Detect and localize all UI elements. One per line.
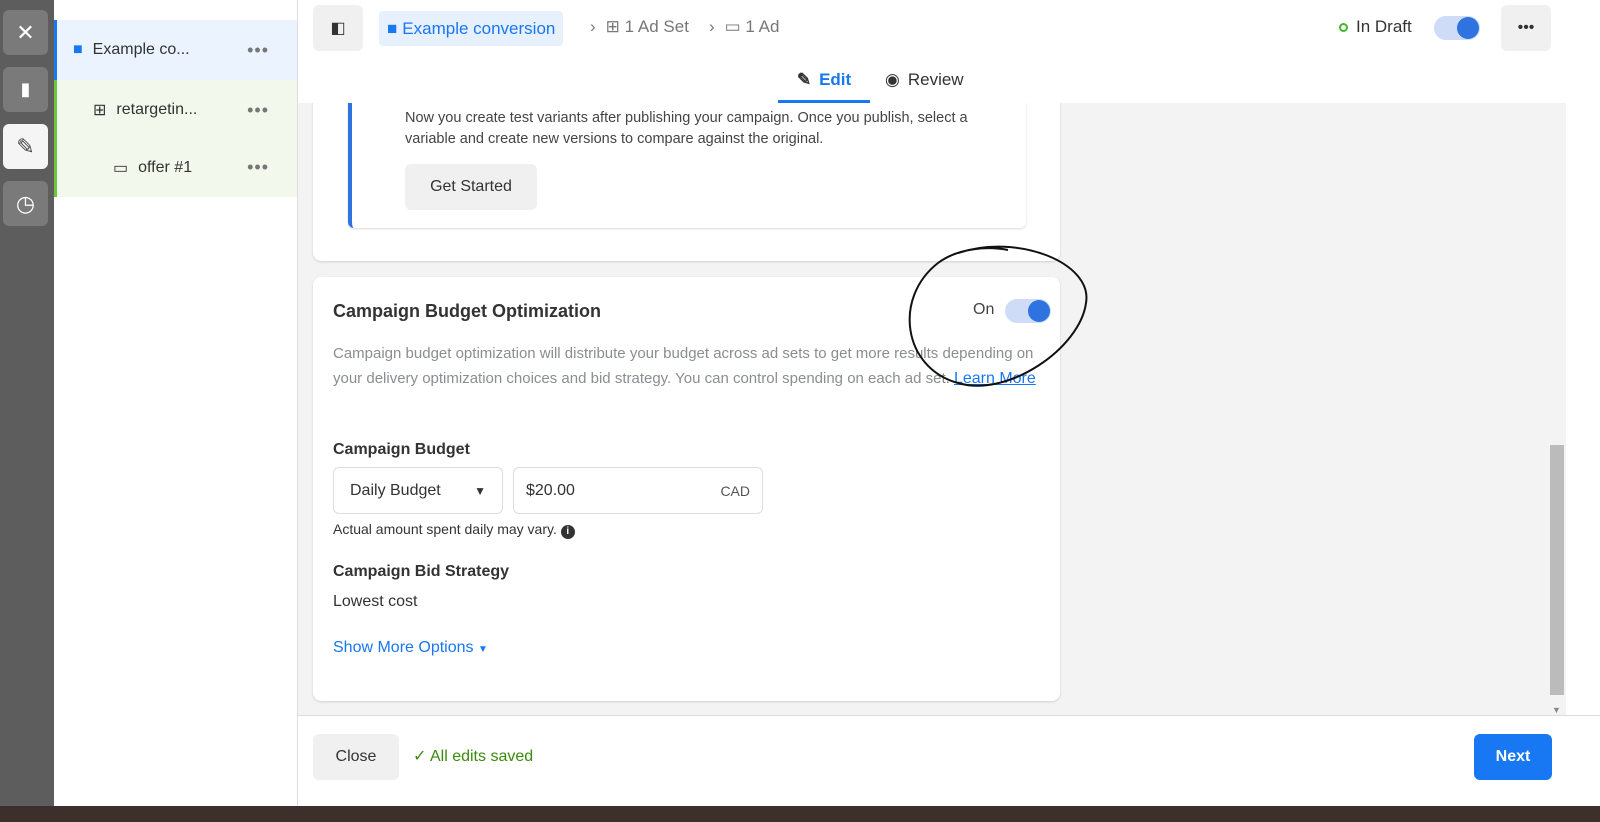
- breadcrumb-adset[interactable]: ⊞ 1 Ad Set: [606, 17, 689, 37]
- more-icon[interactable]: •••: [247, 157, 269, 178]
- pencil-icon[interactable]: ✎: [3, 124, 48, 169]
- tree-item-adset[interactable]: ⊞ retargetin... •••: [54, 80, 297, 140]
- more-icon[interactable]: •••: [247, 100, 269, 121]
- next-button[interactable]: Next: [1474, 734, 1552, 780]
- budget-note: Actual amount spent daily may vary. i: [333, 521, 575, 539]
- clock-icon[interactable]: ◷: [3, 181, 48, 226]
- budget-amount-input[interactable]: $20.00 CAD: [513, 467, 763, 514]
- grid-icon: ⊞: [93, 102, 107, 119]
- draft-toggle[interactable]: [1434, 16, 1480, 40]
- left-rail: ✕ ▮ ✎ ◷: [0, 0, 54, 806]
- more-options-button[interactable]: •••: [1501, 5, 1551, 51]
- status-dot-icon: [1339, 22, 1348, 32]
- tree-item-ad[interactable]: ▭ offer #1 •••: [54, 138, 297, 197]
- caret-down-icon: ▼: [474, 483, 486, 498]
- hand-drawn-circle-annotation: [908, 245, 1088, 387]
- taskbar: [0, 806, 1600, 822]
- budget-type-select[interactable]: Daily Budget ▼: [333, 467, 503, 514]
- sidebar-toggle-icon[interactable]: ◧: [313, 5, 363, 51]
- breadcrumb-ad[interactable]: ▭ 1 Ad: [725, 17, 780, 37]
- show-more-options-link[interactable]: Show More Options ▼: [333, 639, 488, 657]
- tab-review[interactable]: ◉ Review: [885, 60, 964, 100]
- check-icon: ✓: [413, 748, 427, 765]
- close-icon[interactable]: ✕: [3, 10, 48, 55]
- chevron-right-icon: ›: [590, 17, 596, 36]
- footer: Close ✓ All edits saved Next: [298, 715, 1600, 806]
- top-bar: ◧ ■ Example conversion › ⊞ 1 Ad Set › ▭ 1…: [298, 0, 1600, 103]
- tab-edit[interactable]: ✎ Edit: [778, 60, 870, 103]
- scrollbar[interactable]: ▼: [1548, 103, 1566, 715]
- breadcrumb-campaign[interactable]: ■ Example conversion: [379, 11, 564, 46]
- folder-icon: ■: [387, 18, 398, 38]
- folder-icon: ■: [73, 41, 83, 58]
- more-icon[interactable]: •••: [247, 40, 269, 61]
- close-button[interactable]: Close: [313, 734, 399, 780]
- chart-icon[interactable]: ▮: [3, 67, 48, 112]
- grid-icon: ⊞: [605, 17, 620, 36]
- tree-item-campaign[interactable]: ■ Example co... •••: [54, 20, 297, 80]
- main-content: Now you create test variants after publi…: [298, 103, 1548, 715]
- campaign-tree: ■ Example co... ••• ⊞ retargetin... ••• ▭ …: [54, 0, 298, 806]
- get-started-button[interactable]: Get Started: [405, 164, 537, 210]
- breadcrumb: › ⊞ 1 Ad Set › ▭ 1 Ad: [590, 17, 779, 37]
- status-badge: In Draft: [1339, 17, 1412, 37]
- save-status: ✓ All edits saved: [413, 748, 534, 765]
- ad-icon: ▭: [113, 159, 129, 177]
- chevron-right-icon: ›: [708, 17, 715, 36]
- ad-icon: ▭: [724, 17, 741, 36]
- eye-icon: ◉: [885, 70, 900, 89]
- caret-down-icon: ▼: [477, 644, 488, 655]
- pencil-icon: ✎: [796, 70, 812, 89]
- info-icon[interactable]: i: [560, 525, 575, 539]
